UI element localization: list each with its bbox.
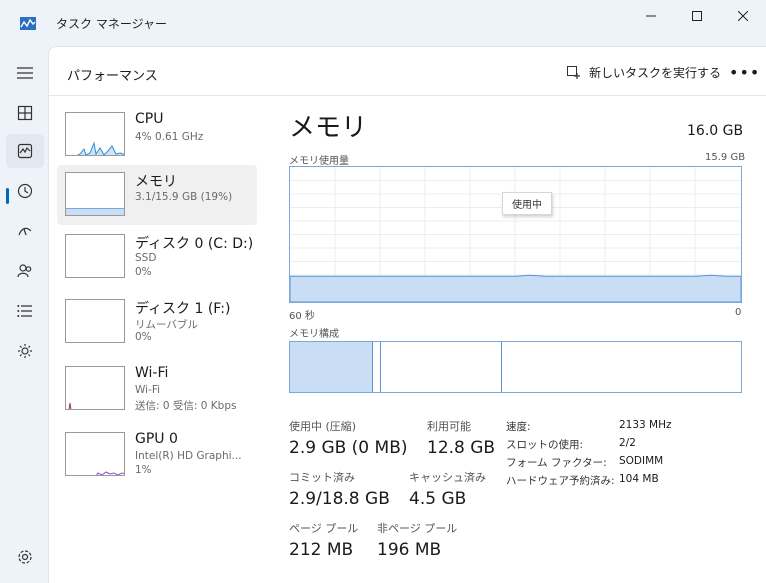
spec-speed-value: 2133 MHz <box>619 419 672 431</box>
time-axis-right: 0 <box>735 307 742 318</box>
composition-standby <box>381 342 502 392</box>
task-manager-app-icon <box>20 17 36 30</box>
nav-app-history[interactable] <box>6 174 44 208</box>
resource-usage: 1% <box>135 464 152 476</box>
performance-icon <box>17 143 33 159</box>
resource-item-gpu0[interactable]: GPU 0 Intel(R) HD Graphi... 1% <box>57 431 257 491</box>
maximize-button[interactable] <box>674 0 720 32</box>
committed-label: コミット済み <box>289 471 355 484</box>
cached-value: 4.5 GB <box>409 489 467 509</box>
memory-total: 16.0 GB <box>687 123 744 139</box>
available-label: 利用可能 <box>427 420 471 433</box>
paged-pool-label: ページ プール <box>289 522 359 535</box>
in-use-tooltip: 使用中 <box>502 192 552 215</box>
resource-item-wifi[interactable]: Wi-Fi Wi-Fi 送信: 0 受信: 0 Kbps <box>57 365 257 425</box>
main-panel: パフォーマンス 新しいタスクを実行する ••• CPU 4% 0.61 GHz … <box>48 46 766 583</box>
memory-composition-bar <box>289 341 742 393</box>
nav-details[interactable] <box>6 294 44 328</box>
resource-throughput: 送信: 0 受信: 0 Kbps <box>135 400 237 412</box>
detail-title: メモリ <box>289 113 368 143</box>
memory-thumbnail-graph <box>65 172 125 216</box>
maximize-icon <box>692 11 702 21</box>
memory-usage-graph <box>289 166 742 303</box>
startup-apps-icon <box>18 227 32 236</box>
settings-icon <box>18 550 32 564</box>
disk1-thumbnail-graph <box>65 299 125 343</box>
committed-value: 2.9/18.8 GB <box>289 489 390 509</box>
in-use-label: 使用中 (圧縮) <box>289 420 357 433</box>
close-icon <box>738 11 748 21</box>
nonpaged-pool-value: 196 MB <box>377 540 442 560</box>
cached-label: キャッシュ済み <box>409 471 486 484</box>
memory-usage-label: メモリ使用量 <box>289 156 349 167</box>
resource-usage: 0% <box>135 331 152 343</box>
disk0-thumbnail-graph <box>65 234 125 278</box>
close-button[interactable] <box>720 0 766 32</box>
resource-usage: 0% <box>135 266 152 278</box>
resource-detail: Intel(R) HD Graphi... <box>135 450 242 462</box>
run-task-icon <box>567 65 580 79</box>
nonpaged-pool-label: 非ページ プール <box>377 522 458 535</box>
resource-detail: SSD <box>135 252 157 264</box>
spec-form-factor-value: SODIMM <box>619 455 664 467</box>
resource-detail: リムーバブル <box>135 319 198 331</box>
resource-name: ディスク 0 (C: D:) <box>135 236 254 252</box>
more-options-button[interactable]: ••• <box>729 63 760 82</box>
nav-startup-apps[interactable] <box>6 214 44 248</box>
available-value: 12.8 GB <box>427 438 496 458</box>
window-title: タスク マネージャー <box>56 17 167 31</box>
gpu0-thumbnail-graph <box>65 432 125 476</box>
run-task-label: 新しいタスクを実行する <box>589 66 722 80</box>
spec-form-factor-label: フォーム ファクター: <box>506 457 607 469</box>
resource-item-cpu[interactable]: CPU 4% 0.61 GHz <box>57 111 257 171</box>
resource-name: ディスク 1 (F:) <box>135 301 231 317</box>
nav-settings[interactable] <box>6 540 44 574</box>
resource-name: Wi-Fi <box>135 365 169 381</box>
in-use-value: 2.9 GB (0 MB) <box>289 438 408 458</box>
hamburger-menu-button[interactable] <box>6 56 44 90</box>
app-history-icon <box>17 183 33 199</box>
resource-name: GPU 0 <box>135 431 178 447</box>
resource-detail: 3.1/15.9 GB (19%) <box>135 191 233 203</box>
resource-name: メモリ <box>135 174 177 190</box>
spec-reserved-value: 104 MB <box>619 473 659 485</box>
spec-reserved-label: ハードウェア予約済み: <box>506 475 615 487</box>
minimize-icon <box>646 15 656 17</box>
resource-detail: Wi-Fi <box>135 384 161 396</box>
resource-item-memory[interactable]: メモリ 3.1/15.9 GB (19%) <box>57 165 257 225</box>
memory-composition-label: メモリ構成 <box>289 329 339 340</box>
run-new-task-button[interactable]: 新しいタスクを実行する <box>567 64 721 81</box>
cpu-thumbnail-graph <box>65 112 125 156</box>
title-bar: タスク マネージャー <box>0 0 766 46</box>
resource-item-disk1[interactable]: ディスク 1 (F:) リムーバブル 0% <box>57 298 257 358</box>
nav-users[interactable] <box>6 254 44 288</box>
spec-slots-value: 2/2 <box>619 437 636 449</box>
spec-speed-label: 速度: <box>506 421 531 433</box>
page-title: パフォーマンス <box>67 69 158 84</box>
nav-performance[interactable] <box>6 134 44 168</box>
minimize-button[interactable] <box>628 0 674 32</box>
resource-item-disk0[interactable]: ディスク 0 (C: D:) SSD 0% <box>57 233 257 293</box>
resource-name: CPU <box>135 111 164 127</box>
services-icon <box>18 344 32 358</box>
hamburger-menu-icon <box>17 67 33 79</box>
spec-slots-label: スロットの使用: <box>506 439 584 451</box>
nav-processes[interactable] <box>6 96 44 130</box>
nav-rail <box>0 46 48 583</box>
time-axis-left: 60 秒 <box>289 311 315 322</box>
nav-services[interactable] <box>6 334 44 368</box>
header-divider <box>49 95 766 96</box>
wifi-thumbnail-graph <box>65 366 125 410</box>
details-icon <box>17 305 32 317</box>
memory-usage-max: 15.9 GB <box>705 152 746 163</box>
composition-in-use <box>290 342 373 392</box>
composition-modified <box>373 342 381 392</box>
resource-detail: 4% 0.61 GHz <box>135 131 204 143</box>
paged-pool-value: 212 MB <box>289 540 354 560</box>
memory-usage-area <box>290 274 741 302</box>
processes-icon <box>17 105 33 121</box>
users-icon <box>17 264 32 278</box>
composition-free <box>502 342 741 392</box>
